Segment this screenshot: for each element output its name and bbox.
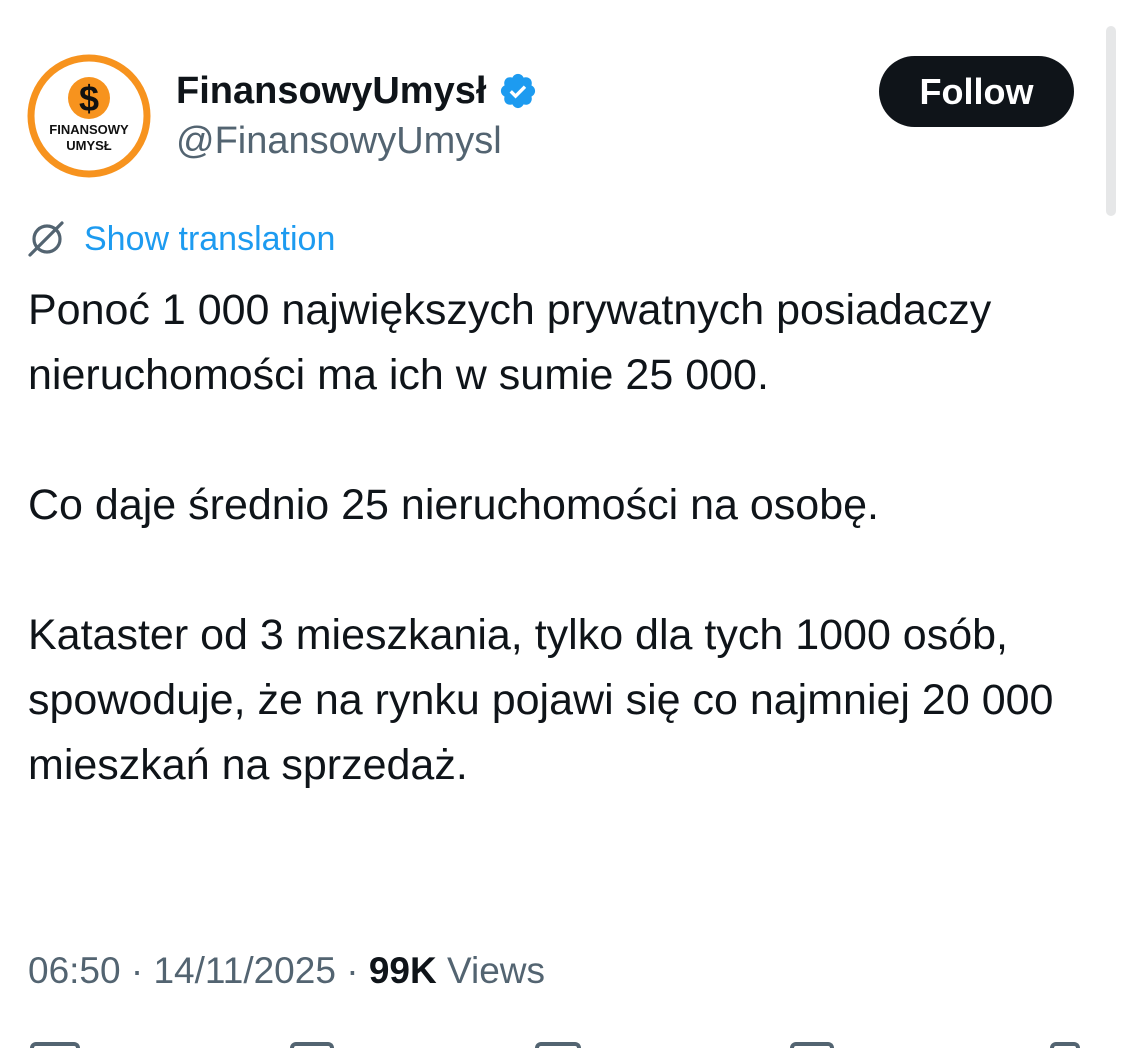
- action-bar: [0, 1038, 1125, 1048]
- bookmark-icon[interactable]: [790, 1042, 834, 1048]
- tweet-detail: $ FINANSOWY UMYSŁ FinansowyUmysł @Finans…: [0, 0, 1125, 1048]
- tweet-text: Ponoć 1 000 największych prywatnych posi…: [28, 278, 1088, 798]
- author-display-name[interactable]: FinansowyUmysł: [176, 68, 486, 114]
- tweet-date[interactable]: 14/11/2025: [153, 950, 335, 991]
- views-count: 99K: [368, 950, 437, 991]
- tweet-metadata: 06:50 · 14/11/2025 · 99K Views: [28, 946, 545, 996]
- author-handle[interactable]: @FinansowyUmysl: [176, 118, 502, 164]
- avatar-logo-line1: FINANSOWY: [49, 122, 129, 137]
- author-name-row[interactable]: FinansowyUmysł: [176, 68, 538, 114]
- translate-icon: [28, 221, 64, 257]
- verified-badge-icon: [501, 73, 536, 109]
- share-icon[interactable]: [1050, 1042, 1080, 1048]
- views-label: Views: [446, 950, 546, 991]
- tweet-paragraph: Kataster od 3 mieszkania, tylko dla tych…: [28, 611, 1054, 789]
- avatar-logo-line2: UMYSŁ: [66, 138, 112, 153]
- meta-separator: ·: [130, 950, 144, 991]
- follow-button[interactable]: Follow: [879, 56, 1074, 127]
- meta-separator: ·: [346, 950, 359, 991]
- show-translation-link[interactable]: Show translation: [26, 218, 335, 260]
- reply-icon[interactable]: [30, 1042, 80, 1048]
- show-translation-label[interactable]: Show translation: [84, 218, 335, 260]
- dollar-sign-icon: $: [68, 77, 110, 119]
- tweet-time[interactable]: 06:50: [28, 950, 121, 991]
- like-icon[interactable]: [535, 1042, 581, 1048]
- tweet-paragraph: Co daje średnio 25 nieruchomości na osob…: [28, 481, 879, 529]
- repost-icon[interactable]: [290, 1042, 334, 1048]
- svg-text:$: $: [79, 78, 99, 119]
- scrollbar[interactable]: [1106, 26, 1116, 216]
- tweet-paragraph: Ponoć 1 000 największych prywatnych posi…: [28, 286, 992, 399]
- avatar[interactable]: $ FINANSOWY UMYSŁ: [27, 54, 151, 178]
